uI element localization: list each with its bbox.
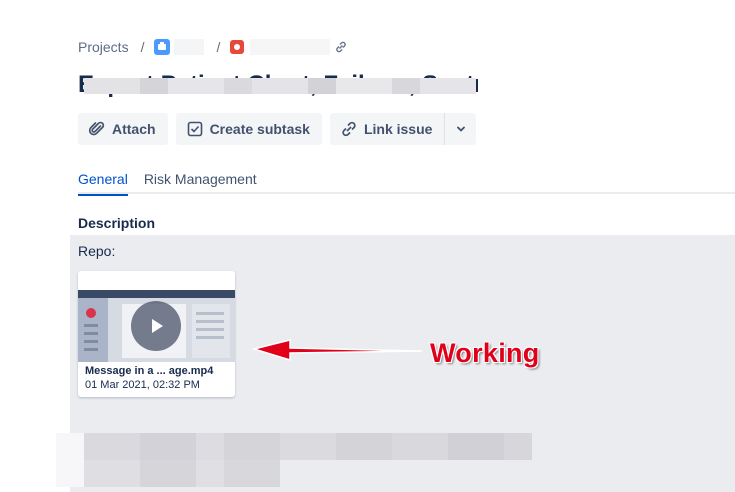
annotation-arrow-icon [251, 339, 423, 362]
link-issue-button[interactable]: Link issue [329, 113, 445, 145]
create-subtask-button[interactable]: Create subtask [175, 113, 322, 145]
tab-general[interactable]: General [78, 170, 128, 196]
annotation-label: Working [430, 338, 540, 368]
breadcrumb-separator: / [216, 39, 221, 55]
create-subtask-label: Create subtask [209, 121, 310, 137]
link-icon[interactable] [334, 40, 348, 54]
attachment-file-name: Message in a ... age.mp4 [85, 365, 214, 377]
attach-button[interactable]: Attach [78, 113, 168, 145]
breadcrumb-separator: / [140, 39, 145, 55]
issue-tabs: General Risk Management [78, 170, 735, 196]
breadcrumb: Projects / / [78, 38, 348, 56]
link-issue-label: Link issue [363, 121, 433, 137]
issue-page: Projects / / Export Patient Chart, Failu… [0, 0, 735, 492]
tab-risk-management[interactable]: Risk Management [144, 170, 257, 194]
title-pixelation [84, 78, 476, 94]
attachment-date: 01 Mar 2021, 02:32 PM [85, 379, 200, 391]
redacted-content [56, 433, 532, 487]
attach-label: Attach [112, 121, 156, 137]
play-icon[interactable] [131, 301, 181, 351]
breadcrumb-projects[interactable]: Projects [78, 39, 129, 55]
more-actions-dropdown[interactable] [444, 113, 477, 145]
video-attachment-card[interactable]: Message in a ... age.mp4 01 Mar 2021, 02… [78, 271, 235, 397]
issue-toolbar: Attach Create subtask Link issue [78, 113, 477, 145]
video-thumbnail [78, 290, 235, 362]
project-name-redacted[interactable] [174, 39, 205, 55]
issue-key-redacted[interactable] [250, 39, 331, 55]
bug-icon [230, 40, 245, 54]
link-issue-group: Link issue [329, 113, 477, 145]
issue-title[interactable]: Export Patient Chart, Failure , Sentry [78, 72, 478, 100]
project-avatar-icon[interactable] [154, 39, 171, 55]
paperclip-icon [88, 121, 105, 136]
repo-label: Repo: [78, 243, 116, 259]
subtask-icon [187, 121, 202, 137]
link-icon [342, 121, 356, 137]
description-heading: Description [78, 215, 156, 231]
chevron-down-icon [457, 126, 465, 132]
